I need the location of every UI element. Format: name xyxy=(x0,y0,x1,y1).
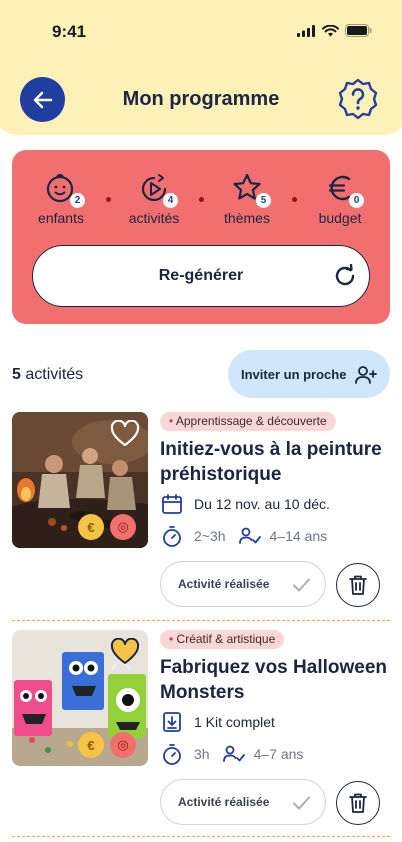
heart-icon[interactable] xyxy=(110,420,140,448)
refresh-icon xyxy=(335,264,355,286)
activity-info-line: Du 12 nov. au 10 déc. xyxy=(194,496,330,512)
activity-title[interactable]: Fabriquez vos Halloween Monsters xyxy=(160,655,390,705)
activity-count-number: 5 xyxy=(12,366,21,383)
add-user-icon xyxy=(355,366,377,384)
stat-label: thèmes xyxy=(224,210,270,226)
stat-enfants[interactable]: 2 enfants xyxy=(21,170,101,226)
activity-meta: 2~3h 4–14 ans xyxy=(160,524,327,548)
header: 9:41 Mon programme xyxy=(0,0,402,135)
invite-label: Inviter un proche xyxy=(241,367,347,382)
trash-icon xyxy=(349,793,367,813)
stopwatch-icon xyxy=(163,526,181,547)
stat-label: activités xyxy=(128,210,180,226)
activity-kit: 1 Kit complet xyxy=(160,710,275,734)
target-icon: ◎ xyxy=(110,732,136,758)
activity-count-label: activités xyxy=(25,366,84,383)
program-summary-card: 2 enfants 4 activités 5 thèmes 0 budget … xyxy=(12,150,390,324)
card-divider xyxy=(12,836,390,837)
check-icon xyxy=(293,796,310,810)
battery-icon xyxy=(345,24,372,37)
regenerate-button[interactable]: Re-générer xyxy=(32,245,370,307)
activity-meta: 3h 4–7 ans xyxy=(160,742,303,766)
regenerate-label: Re-générer xyxy=(158,267,244,284)
activity-duration: 3h xyxy=(194,746,210,762)
mark-done-label: Activité réalisée xyxy=(178,577,270,591)
status-bar: 9:41 xyxy=(0,0,402,60)
activity-duration: 2~3h xyxy=(194,528,226,544)
separator-dot xyxy=(292,197,297,202)
activity-badges: € ◎ xyxy=(78,514,136,540)
check-icon xyxy=(293,578,310,592)
target-icon: ◎ xyxy=(110,514,136,540)
wifi-icon xyxy=(322,24,339,36)
stat-badge: 4 xyxy=(163,193,178,208)
activity-ages: 4–14 ans xyxy=(269,528,328,544)
activity-card[interactable]: € ◎ • Créatif & artistique Fabriquez vos… xyxy=(0,630,402,830)
stat-budget[interactable]: 0 budget xyxy=(300,170,380,226)
separator-dot xyxy=(106,197,111,202)
stat-badge: 0 xyxy=(349,193,364,208)
stat-badge: 2 xyxy=(70,193,85,208)
activity-badges: € ◎ xyxy=(78,732,136,758)
calendar-icon xyxy=(162,494,182,514)
card-divider xyxy=(12,620,390,621)
invite-button[interactable]: Inviter un proche xyxy=(228,350,390,398)
activity-ages: 4–7 ans xyxy=(253,746,304,762)
signal-icon xyxy=(297,24,315,37)
heart-icon[interactable] xyxy=(110,638,140,666)
activity-title[interactable]: Initiez-vous à la peinture préhistorique xyxy=(160,437,390,487)
stopwatch-icon xyxy=(163,744,181,765)
kit-download-icon xyxy=(163,712,181,732)
status-time: 9:41 xyxy=(52,22,87,41)
activity-card[interactable]: € ◎ • Apprentissage & découverte Initiez… xyxy=(0,412,402,612)
stat-label: enfants xyxy=(38,210,84,226)
euro-icon: € xyxy=(78,514,104,540)
category-tag-label: Apprentissage & découverte xyxy=(175,414,327,428)
stat-activites[interactable]: 4 activités xyxy=(114,170,194,226)
category-tag: • Apprentissage & découverte xyxy=(160,412,336,431)
mark-done-button[interactable]: Activité réalisée xyxy=(160,561,326,607)
stat-themes[interactable]: 5 thèmes xyxy=(207,170,287,226)
activity-count: 5 activités xyxy=(12,366,83,384)
stat-badge: 5 xyxy=(256,193,271,208)
activity-image[interactable]: € ◎ xyxy=(12,412,148,548)
status-icons xyxy=(297,24,372,37)
users-check-icon xyxy=(238,527,261,544)
delete-button[interactable] xyxy=(336,781,380,825)
mark-done-button[interactable]: Activité réalisée xyxy=(160,779,326,825)
stat-label: budget xyxy=(318,210,362,226)
euro-icon: € xyxy=(78,732,104,758)
separator-dot xyxy=(199,197,204,202)
activity-dates: Du 12 nov. au 10 déc. xyxy=(160,492,330,516)
trash-icon xyxy=(349,575,367,595)
users-check-icon xyxy=(222,745,245,762)
category-tag-label: Créatif & artistique xyxy=(176,632,276,646)
delete-button[interactable] xyxy=(336,563,380,607)
activity-image[interactable]: € ◎ xyxy=(12,630,148,766)
category-tag: • Créatif & artistique xyxy=(160,630,285,649)
mark-done-label: Activité réalisée xyxy=(178,795,270,809)
help-button[interactable] xyxy=(336,77,380,121)
activity-info-line: 1 Kit complet xyxy=(194,714,275,730)
help-icon xyxy=(338,78,378,120)
